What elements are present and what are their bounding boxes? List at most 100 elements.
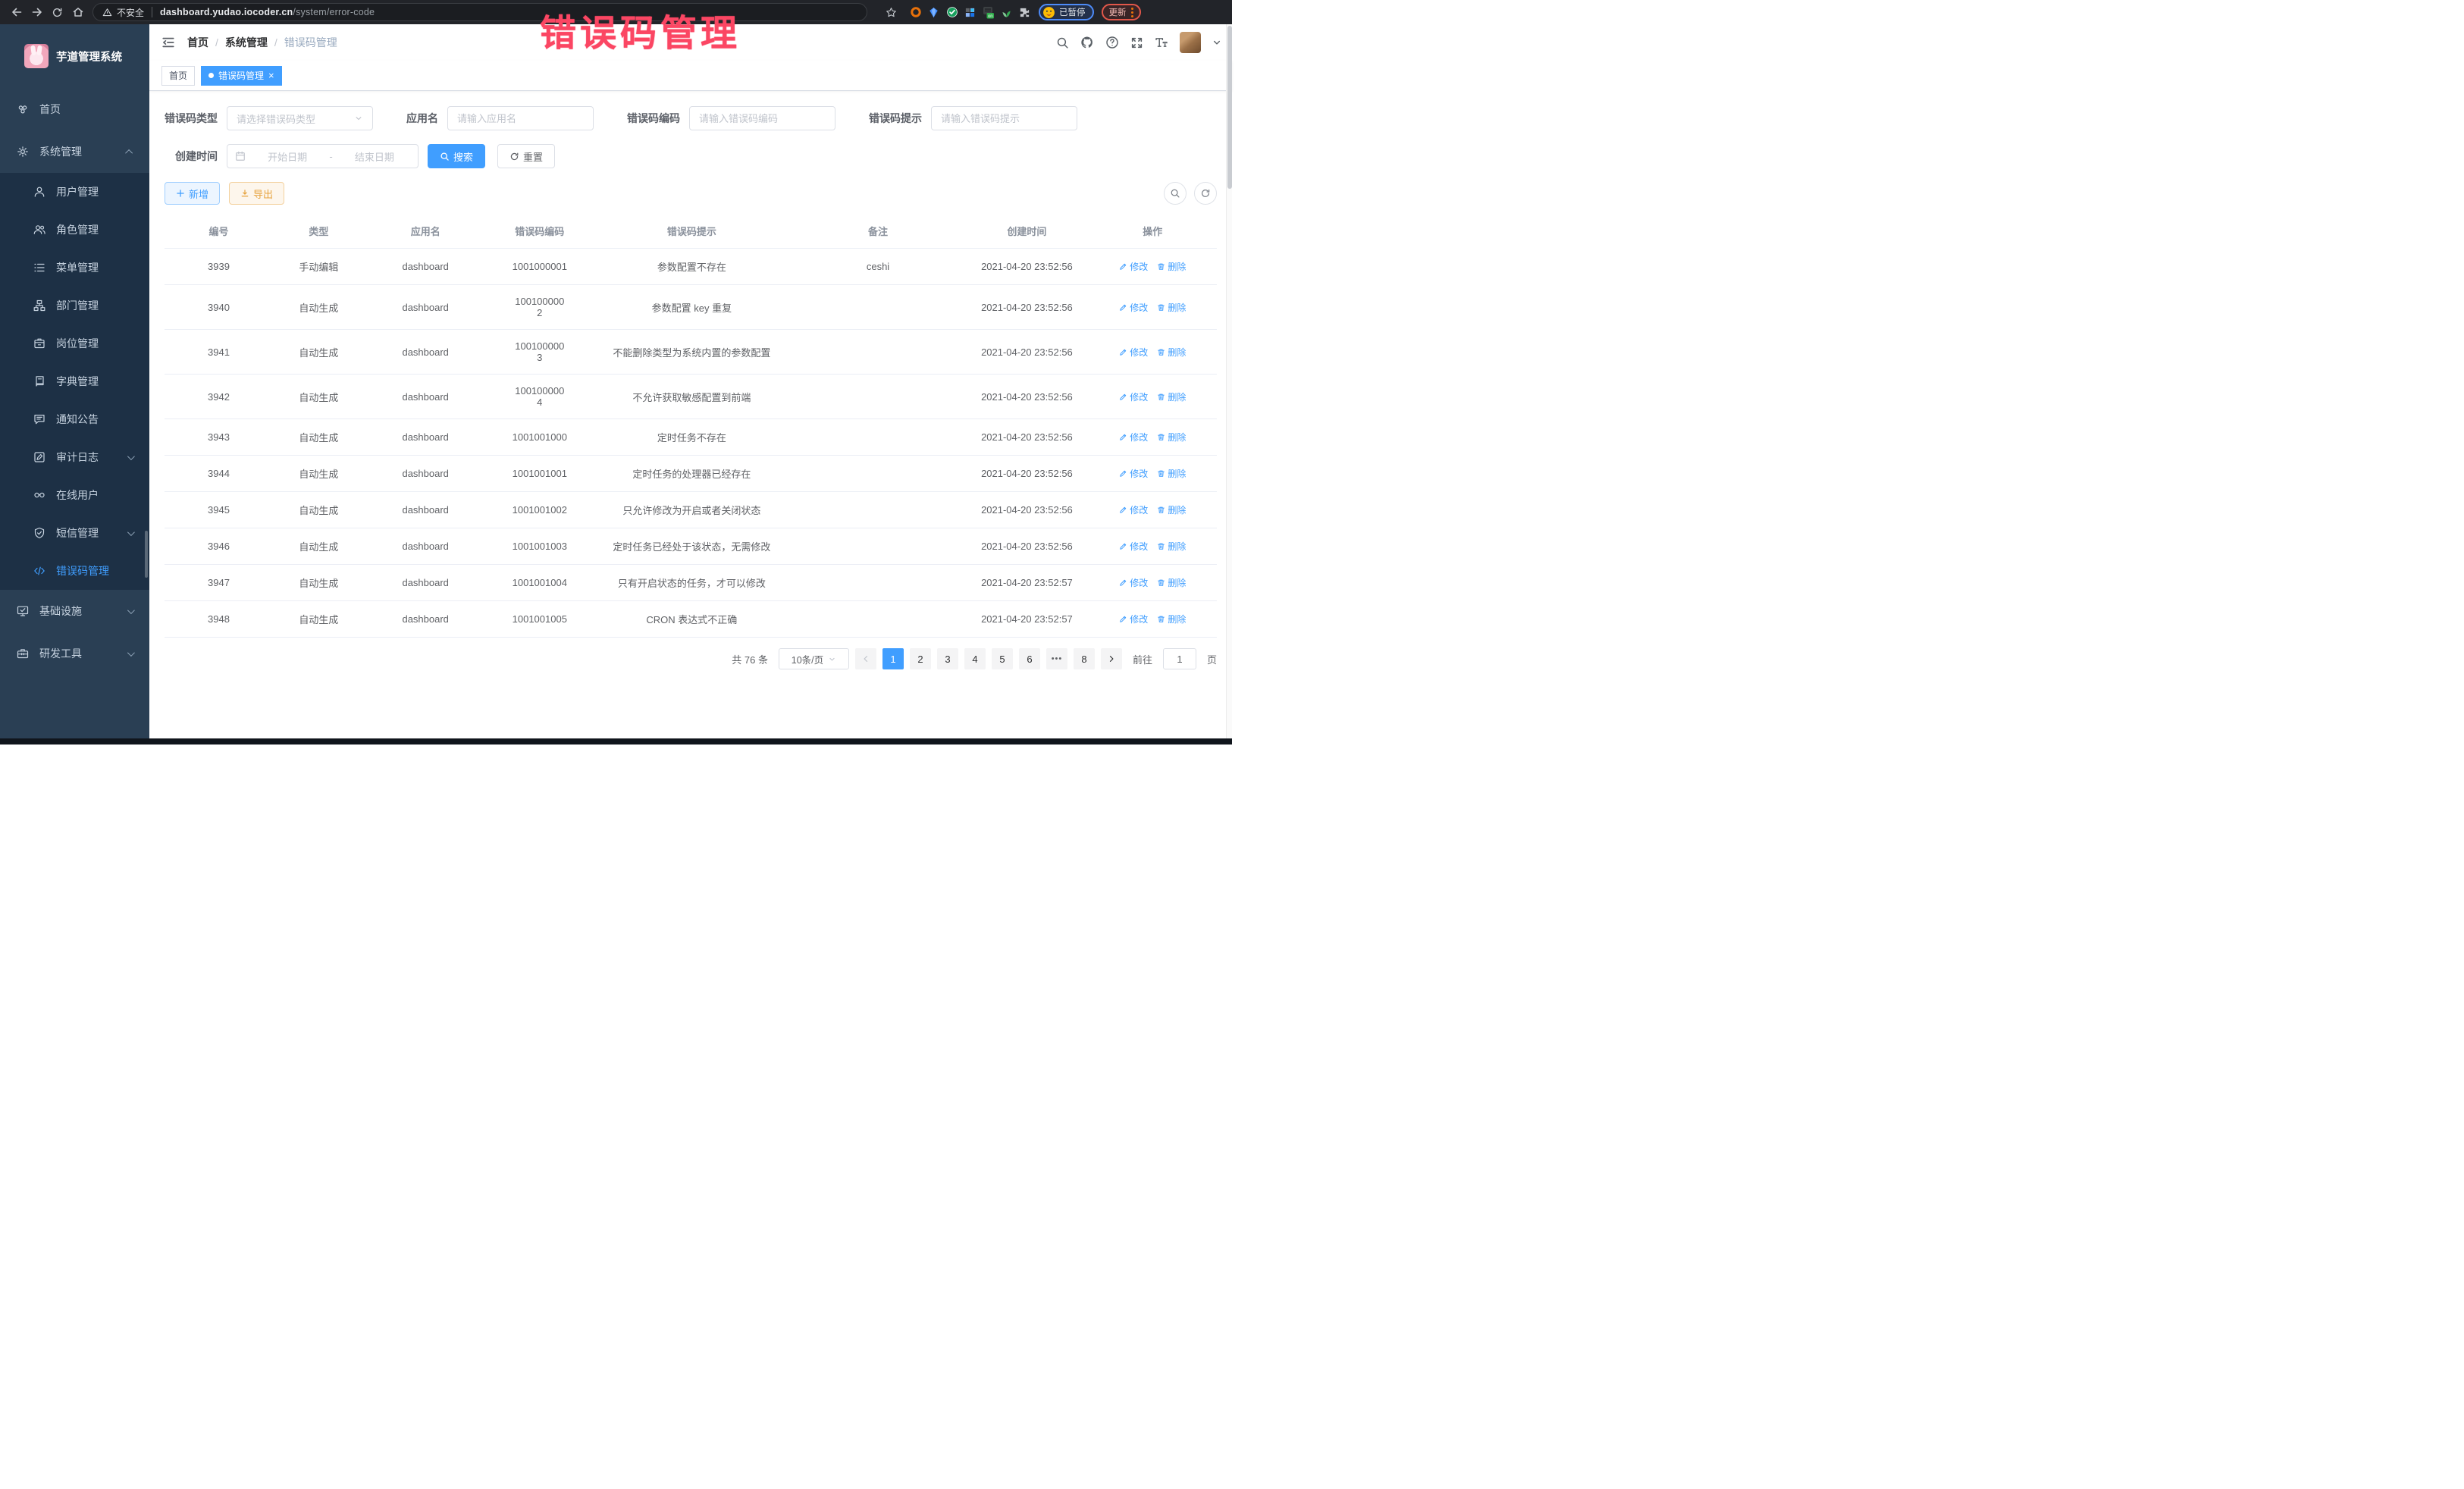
bookmark-star-icon[interactable] (881, 0, 901, 24)
application-name-input[interactable] (447, 106, 594, 130)
edit-row-link[interactable]: 修改 (1119, 346, 1148, 359)
edit-row-link[interactable]: 修改 (1119, 503, 1148, 516)
sidebar-scrollbar[interactable] (145, 531, 148, 578)
page-button-4[interactable]: 4 (964, 648, 986, 669)
error-code-message-input[interactable] (931, 106, 1077, 130)
cell-app: dashboard (365, 375, 487, 419)
cell-id: 3943 (165, 419, 273, 456)
date-start-placeholder[interactable]: 开始日期 (252, 149, 323, 164)
extension-blue-gem-icon[interactable] (927, 6, 940, 19)
date-range-picker[interactable]: 开始日期 - 结束日期 (227, 144, 419, 168)
browser-back-icon[interactable] (6, 0, 27, 24)
font-size-icon[interactable] (1155, 36, 1168, 49)
edit-row-link[interactable]: 修改 (1119, 390, 1148, 403)
page-size-select[interactable]: 10条/页 (779, 648, 849, 669)
delete-row-link[interactable]: 删除 (1157, 431, 1186, 444)
browser-update-button[interactable]: 更新 (1102, 4, 1141, 20)
sidebar-item-dict-mgmt[interactable]: 字典管理 (0, 362, 149, 400)
extension-green-check-icon[interactable] (945, 6, 958, 19)
browser-forward-icon[interactable] (27, 0, 47, 24)
sidebar-item-audit-log[interactable]: 审计日志 (0, 438, 149, 476)
extensions-puzzle-icon[interactable] (1018, 6, 1031, 19)
browser-home-icon[interactable] (67, 0, 88, 24)
page-button-5[interactable]: 5 (992, 648, 1013, 669)
next-page-button[interactable] (1101, 648, 1122, 669)
cell-code: 100100000 4 (487, 375, 593, 419)
page-button-1[interactable]: 1 (882, 648, 904, 669)
delete-row-link[interactable]: 删除 (1157, 576, 1186, 589)
edit-row-link[interactable]: 修改 (1119, 576, 1148, 589)
breadcrumb-item[interactable]: 首页 (187, 35, 208, 50)
edit-row-link[interactable]: 修改 (1119, 301, 1148, 314)
profile-chip[interactable]: 已暂停 (1039, 4, 1094, 20)
scrollbar-thumb[interactable] (1227, 26, 1232, 189)
tab-首页[interactable]: 首页 (161, 66, 195, 86)
cell-id: 3946 (165, 528, 273, 565)
extension-on-badge-icon[interactable]: on (982, 6, 995, 19)
sidebar-item-dept-mgmt[interactable]: 部门管理 (0, 287, 149, 324)
breadcrumb-item[interactable]: 系统管理 (225, 35, 268, 50)
sidebar-item-system-mgmt[interactable]: 系统管理 (0, 130, 149, 173)
delete-row-link[interactable]: 删除 (1157, 260, 1186, 273)
page-button-3[interactable]: 3 (937, 648, 958, 669)
tab-错误码管理[interactable]: 错误码管理 (201, 66, 282, 86)
delete-row-link[interactable]: 删除 (1157, 390, 1186, 403)
delete-row-link[interactable]: 删除 (1157, 346, 1186, 359)
reset-button[interactable]: 重置 (497, 144, 555, 168)
sidebar-item-error-code-mgmt[interactable]: 错误码管理 (0, 552, 149, 590)
page-button-2[interactable]: 2 (910, 648, 931, 669)
edit-row-link[interactable]: 修改 (1119, 431, 1148, 444)
delete-row-link[interactable]: 删除 (1157, 613, 1186, 625)
browser-menu-kebab-icon[interactable] (1131, 8, 1133, 17)
browser-reload-icon[interactable] (47, 0, 67, 24)
sidebar-item-dev-tools[interactable]: 研发工具 (0, 632, 149, 675)
shield-icon (33, 527, 45, 539)
tab-close-icon[interactable] (268, 71, 274, 81)
chevron-down-icon[interactable] (1212, 38, 1221, 47)
more-pages-button[interactable]: ••• (1046, 648, 1067, 669)
page-button-8[interactable]: 8 (1074, 648, 1095, 669)
delete-row-link[interactable]: 删除 (1157, 540, 1186, 553)
toggle-search-button[interactable] (1164, 182, 1187, 205)
sidebar-collapse-icon[interactable] (161, 36, 175, 49)
sidebar-item-home[interactable]: 首页 (0, 88, 149, 130)
url-text: dashboard.yudao.iocoder.cn/system/error-… (160, 7, 375, 17)
app-logo[interactable]: 芋道管理系统 (0, 24, 149, 88)
fullscreen-icon[interactable] (1130, 36, 1143, 49)
delete-row-link[interactable]: 删除 (1157, 503, 1186, 516)
page-button-6[interactable]: 6 (1019, 648, 1040, 669)
extension-cube-icon[interactable] (964, 6, 977, 19)
user-avatar[interactable] (1180, 32, 1201, 53)
edit-row-link[interactable]: 修改 (1119, 613, 1148, 625)
date-end-placeholder[interactable]: 结束日期 (339, 149, 410, 164)
search-button[interactable]: 搜索 (428, 144, 485, 168)
sidebar-item-sms-mgmt[interactable]: 短信管理 (0, 514, 149, 552)
sidebar-item-online-users[interactable]: 在线用户 (0, 476, 149, 514)
sidebar-item-notice[interactable]: 通知公告 (0, 400, 149, 438)
goto-page-input[interactable] (1163, 648, 1196, 669)
sidebar-item-role-mgmt[interactable]: 角色管理 (0, 211, 149, 249)
edit-row-link[interactable]: 修改 (1119, 260, 1148, 273)
prev-page-button[interactable] (855, 648, 876, 669)
help-icon[interactable] (1105, 36, 1119, 49)
extension-plant-icon[interactable] (1000, 6, 1013, 19)
error-code-type-select[interactable]: 请选择错误码类型 (227, 106, 373, 130)
sidebar-item-infrastructure[interactable]: 基础设施 (0, 590, 149, 632)
page-scrollbar[interactable] (1226, 24, 1232, 738)
search-icon[interactable] (1056, 36, 1069, 49)
cell-app: dashboard (365, 249, 487, 285)
export-button[interactable]: 导出 (229, 182, 284, 205)
edit-row-link[interactable]: 修改 (1119, 540, 1148, 553)
add-button[interactable]: 新增 (165, 182, 220, 205)
address-bar[interactable]: 不安全 dashboard.yudao.iocoder.cn/system/er… (92, 3, 867, 21)
delete-row-link[interactable]: 删除 (1157, 467, 1186, 480)
sidebar-item-user-mgmt[interactable]: 用户管理 (0, 173, 149, 211)
sidebar-item-post-mgmt[interactable]: 岗位管理 (0, 324, 149, 362)
error-code-input[interactable] (689, 106, 835, 130)
sidebar-item-menu-mgmt[interactable]: 菜单管理 (0, 249, 149, 287)
extension-orange-ring-icon[interactable] (909, 6, 922, 19)
refresh-table-button[interactable] (1194, 182, 1217, 205)
delete-row-link[interactable]: 删除 (1157, 301, 1186, 314)
github-icon[interactable] (1080, 36, 1094, 49)
edit-row-link[interactable]: 修改 (1119, 467, 1148, 480)
